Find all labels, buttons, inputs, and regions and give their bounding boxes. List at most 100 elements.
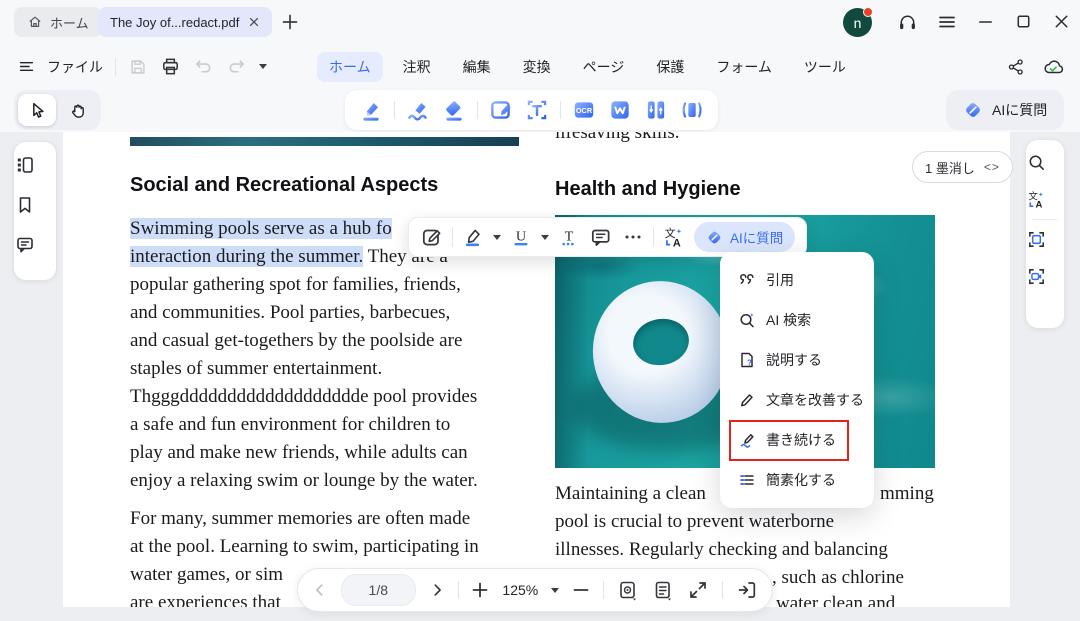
ocr-tool-icon[interactable]: OCR [571, 97, 597, 123]
cloud-sync-icon[interactable] [1042, 56, 1064, 78]
menu-item-simplify[interactable]: 簡素化する [720, 460, 874, 500]
simplify-lines-icon [738, 471, 756, 489]
pdfelement-crown-tool-icon[interactable] [607, 97, 633, 123]
divider [722, 581, 723, 599]
avatar[interactable]: n [843, 8, 872, 37]
document-tab[interactable]: The Joy of...redact.pdf [98, 7, 272, 37]
tab-form[interactable]: フォーム [704, 52, 784, 82]
next-page-icon[interactable] [429, 582, 445, 598]
tab-annotate[interactable]: 注釈 [391, 52, 443, 82]
tab-protect[interactable]: 保護 [644, 52, 696, 82]
text-line[interactable]: water games, or sim [130, 564, 283, 586]
comment-panel-icon[interactable] [14, 234, 56, 256]
hand-pan-tool[interactable] [59, 94, 97, 126]
highlight-color-caret-icon[interactable] [493, 235, 501, 240]
text-line[interactable]: enjoy a relaxing swim or lounge by the w… [130, 470, 478, 492]
add-text-tool-icon[interactable] [524, 97, 550, 123]
screenshot-capture-icon[interactable] [1026, 229, 1064, 250]
text-fragment[interactable]: mming [880, 483, 934, 505]
compress-tool-icon[interactable] [643, 97, 669, 123]
tab-home[interactable]: ホーム [317, 52, 383, 82]
text-line[interactable]: For many, summer memories are often made [130, 508, 470, 530]
edit-text-icon[interactable] [420, 225, 444, 249]
print-icon[interactable] [160, 56, 181, 77]
undo-icon[interactable] [193, 56, 214, 77]
support-headset-icon[interactable] [897, 12, 917, 32]
file-menu[interactable]: ファイル [47, 57, 103, 77]
redo-icon[interactable] [226, 56, 247, 77]
tab-edit[interactable]: 編集 [451, 52, 503, 82]
ask-ai-button[interactable]: AIに質問 [946, 90, 1064, 130]
underline-text-icon[interactable]: U [509, 225, 533, 249]
text-fragment[interactable]: , such as chlorine [772, 567, 904, 589]
ai-translate-icon[interactable]: 文A [1026, 189, 1064, 210]
highlight-text-icon[interactable] [461, 225, 485, 249]
redaction-badge-label: 1 墨消し [925, 158, 975, 177]
highlight-tool-icon[interactable] [358, 97, 384, 123]
new-tab-button[interactable] [280, 12, 300, 32]
tab-tools[interactable]: ツール [792, 52, 858, 82]
redaction-count-badge[interactable]: 1 墨消し <> [912, 151, 1013, 183]
menu-item-ai-search[interactable]: AI 検索 [720, 300, 874, 340]
edit-pdf-tool-icon[interactable] [488, 97, 514, 123]
text-line[interactable]: and casual get-togethers by the poolside… [130, 330, 462, 352]
previous-page-icon[interactable] [312, 582, 328, 598]
thumbnail-panel-icon[interactable] [14, 154, 56, 176]
zoom-caret-icon[interactable] [551, 588, 559, 593]
selected-text[interactable]: Swimming pools serve as a hub fo [130, 218, 392, 239]
text-line[interactable]: and communities. Pool parties, barbecues… [130, 302, 450, 324]
zoom-level[interactable]: 125% [502, 582, 538, 598]
tab-convert[interactable]: 変換 [511, 52, 563, 82]
bates-numbering-tool-icon[interactable] [679, 97, 705, 123]
menu-item-improve-writing[interactable]: 文章を改善する [720, 380, 874, 420]
text-line[interactable]: at the pool. Learning to swim, participa… [130, 536, 479, 558]
text-line[interactable]: popular gathering spot for families, fri… [130, 274, 461, 296]
text-line[interactable]: staples of summer entertainment. [130, 358, 382, 380]
home-tab[interactable]: ホーム [14, 7, 102, 37]
bookmark-panel-icon[interactable] [14, 194, 56, 216]
text-line[interactable]: play and make new friends, while adults … [130, 442, 468, 464]
text-line[interactable]: Thgggddddddddddddddddddde pool provides [130, 386, 477, 408]
section-heading[interactable]: Social and Recreational Aspects [130, 174, 438, 197]
side-panel-toggle-icon[interactable] [736, 579, 758, 601]
page-view-mode-icon[interactable] [617, 579, 639, 601]
text-line[interactable]: interaction during the summer. They are … [130, 246, 448, 268]
file-menu-icon[interactable] [18, 58, 35, 75]
selected-text[interactable]: interaction during the summer. [130, 246, 363, 267]
fullscreen-icon[interactable] [687, 579, 709, 601]
record-capture-icon[interactable] [1026, 266, 1064, 287]
section-heading[interactable]: Health and Hygiene [555, 178, 741, 201]
text-line[interactable]: Swimming pools serve as a hub fo [130, 218, 392, 240]
eraser-tool-icon[interactable] [441, 97, 467, 123]
squiggly-underline-tool-icon[interactable] [405, 97, 431, 123]
translate-selection-icon[interactable]: 文A [662, 225, 686, 249]
comment-icon[interactable] [589, 225, 613, 249]
tab-page[interactable]: ページ [571, 52, 637, 82]
text-line[interactable]: a safe and fun environment for children … [130, 414, 450, 436]
maximize-button[interactable] [1014, 12, 1034, 32]
app-menu-icon[interactable] [937, 12, 957, 32]
minimize-button[interactable] [976, 12, 996, 32]
zoom-out-icon[interactable] [572, 581, 590, 599]
ask-ai-selection-button[interactable]: AIに質問 [694, 222, 795, 252]
share-icon[interactable] [1006, 57, 1026, 77]
strikethrough-text-icon[interactable]: T [557, 225, 581, 249]
more-options-icon[interactable] [621, 225, 645, 249]
text-line[interactable]: illnesses. Regularly checking and balanc… [555, 539, 888, 561]
menu-item-explain[interactable]: ? 説明する [720, 340, 874, 380]
underline-color-caret-icon[interactable] [541, 235, 549, 240]
close-window-button[interactable] [1052, 12, 1072, 32]
close-tab-icon[interactable] [248, 16, 260, 28]
page-layout-icon[interactable] [652, 579, 674, 601]
menu-item-quote[interactable]: 引用 [720, 260, 874, 300]
menu-item-continue-writing[interactable]: 書き続ける [720, 420, 874, 460]
text-fragment[interactable]: Maintaining a clean [555, 483, 706, 505]
page-indicator-input[interactable]: 1/8 [341, 574, 416, 606]
save-icon[interactable] [128, 57, 148, 77]
more-actions-caret-icon[interactable] [259, 64, 267, 69]
select-cursor-tool[interactable] [18, 94, 56, 126]
text-line[interactable]: pool is crucial to prevent waterborne [555, 511, 834, 533]
zoom-in-icon[interactable] [471, 581, 489, 599]
text-line-clipped[interactable]: lifesaving skills. [555, 132, 680, 144]
search-icon[interactable] [1026, 152, 1064, 173]
